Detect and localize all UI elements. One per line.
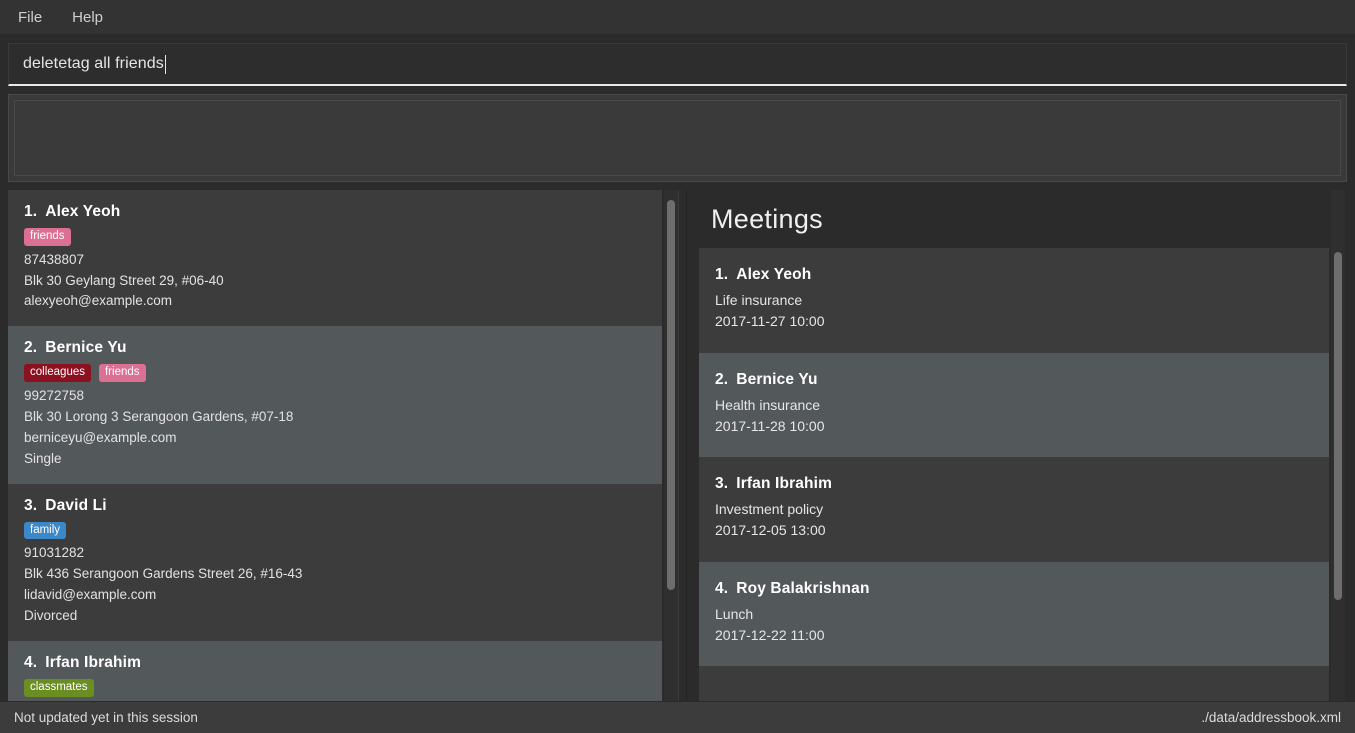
person-address: Blk 30 Lorong 3 Serangoon Gardens, #07-1… <box>24 408 294 424</box>
tag-colleagues[interactable]: colleagues <box>24 364 91 383</box>
meeting-name-row: 3. Irfan Ibrahim <box>715 475 1313 493</box>
person-list-panel: 1. Alex Yeoh friends 87438807 Blk 30 Geyl… <box>8 190 678 701</box>
meeting-index: 4. <box>715 579 729 597</box>
person-tag-row: classmates <box>24 679 646 697</box>
list-item[interactable]: 4.Irfan Ibrahim classmates 92492021 Blk … <box>8 641 662 701</box>
meetings-panel: Meetings 1. Alex Yeoh Life insurance 2017… <box>687 190 1347 701</box>
menu-item-help[interactable]: Help <box>68 7 107 28</box>
meeting-index: 3. <box>715 475 729 493</box>
meeting-name-row: 2. Bernice Yu <box>715 371 1313 389</box>
person-index: 4. <box>24 654 38 672</box>
application-window: File Help deletetag all friends 1. Alex Y… <box>0 0 1355 733</box>
list-item[interactable]: 3. David Li family 91031282 Blk 436 Seran… <box>8 483 662 642</box>
sync-status: Not updated yet in this session <box>14 710 198 725</box>
person-name-row: 2. Bernice Yu <box>24 339 646 357</box>
person-email: lidavid@example.com <box>24 587 157 603</box>
meeting-datetime: 2017-11-28 10:00 <box>715 417 825 434</box>
list-item[interactable]: 2. Bernice Yu Health insurance 2017-11-28… <box>699 352 1329 458</box>
person-name: Bernice Yu <box>45 339 127 357</box>
person-index: 3. <box>24 496 38 514</box>
meeting-subject: Health insurance <box>715 396 821 413</box>
result-display-frame <box>8 94 1347 182</box>
meeting-datetime: 2017-12-05 13:00 <box>715 522 826 539</box>
save-location: ./data/addressbook.xml <box>1201 710 1341 725</box>
result-display-container <box>0 86 1355 182</box>
meeting-datetime: 2017-11-27 10:00 <box>715 313 825 330</box>
panel-divider[interactable] <box>678 190 687 701</box>
command-input[interactable]: deletetag all friends <box>8 43 1347 86</box>
tag-friends[interactable]: friends <box>24 228 71 246</box>
person-name: David Li <box>45 496 107 514</box>
meeting-datetime: 2017-12-22 11:00 <box>715 626 825 643</box>
person-name-row: 4. Irfan Ibrahim <box>24 654 646 672</box>
list-item[interactable]: 4. Roy Balakrishnan Lunch 2017-12-22 11:0… <box>699 561 1329 667</box>
person-email: berniceyu@example.com <box>24 429 177 445</box>
meeting-name-row: 4. Roy Balakrishnan <box>715 580 1313 598</box>
person-phone: 91031282 <box>24 545 85 561</box>
tag-friends[interactable]: friends <box>98 364 146 383</box>
main-content: 1. Alex Yeoh friends 87438807 Blk 30 Geyl… <box>0 182 1355 701</box>
meeting-index: 2. <box>715 370 729 388</box>
menu-bar: File Help <box>0 0 1355 35</box>
person-tag-row: friends <box>24 228 646 246</box>
list-item[interactable]: 2. Bernice Yu colleagues friends 99272758… <box>8 326 662 484</box>
meeting-list[interactable]: 1. Alex Yeoh Life insurance 2017-11-27 10… <box>699 248 1329 701</box>
scrollbar-thumb[interactable] <box>1334 252 1342 600</box>
list-item[interactable]: 1. Alex Yeoh friends 87438807 Blk 30 Geyl… <box>8 190 662 327</box>
page-title: Meetings <box>711 204 823 234</box>
meeting-name: Roy Balakrishnan <box>736 579 870 597</box>
meeting-subject: Life insurance <box>715 292 803 308</box>
meeting-name: Bernice Yu <box>736 370 818 388</box>
tag-classmates[interactable]: classmates <box>24 679 94 697</box>
meeting-subject: Lunch <box>715 605 754 622</box>
command-box-container: deletetag all friends <box>0 35 1355 86</box>
menu-item-file[interactable]: File <box>14 7 46 28</box>
person-phone: 99272758 <box>24 388 85 404</box>
person-phone: 87438807 <box>24 251 85 267</box>
person-list-scrollbar[interactable] <box>664 190 678 701</box>
meeting-name-row: 1. Alex Yeoh <box>715 266 1313 284</box>
tag-family[interactable]: family <box>24 521 67 540</box>
person-email: alexyeoh@example.com <box>24 293 173 309</box>
person-tag-row: family <box>24 521 646 540</box>
list-item[interactable]: 3. Irfan Ibrahim Investment policy 2017-1… <box>699 457 1329 562</box>
meeting-name: Irfan Ibrahim <box>736 475 833 493</box>
person-status: Single <box>24 450 62 466</box>
person-index: 2. <box>24 339 38 357</box>
meeting-name: Alex Yeoh <box>736 266 812 283</box>
person-list[interactable]: 1. Alex Yeoh friends 87438807 Blk 30 Geyl… <box>8 190 662 701</box>
person-name-row: 1. Alex Yeoh <box>24 203 646 221</box>
person-name: Irfan Ibrahim <box>45 654 142 672</box>
person-index: 1. <box>24 203 38 220</box>
person-address: Blk 30 Geylang Street 29, #06-40 <box>24 272 224 288</box>
person-status: Divorced <box>24 608 78 624</box>
person-name: Alex Yeoh <box>45 203 121 220</box>
text-caret <box>164 54 166 74</box>
meeting-index: 1. <box>715 266 729 283</box>
result-display-text <box>14 100 1341 176</box>
meeting-list-scrollbar[interactable] <box>1331 190 1345 701</box>
meeting-subject: Investment policy <box>715 501 824 518</box>
status-bar: Not updated yet in this session ./data/a… <box>0 701 1355 733</box>
scrollbar-thumb[interactable] <box>667 200 675 590</box>
person-address: Blk 436 Serangoon Gardens Street 26, #16… <box>24 566 303 582</box>
person-tag-row: colleagues friends <box>24 364 646 383</box>
list-item[interactable]: 1. Alex Yeoh Life insurance 2017-11-27 10… <box>699 248 1329 353</box>
list-item-partial[interactable] <box>699 666 1329 701</box>
person-name-row: 3. David Li <box>24 497 646 515</box>
command-input-value: deletetag all friends <box>23 55 164 72</box>
